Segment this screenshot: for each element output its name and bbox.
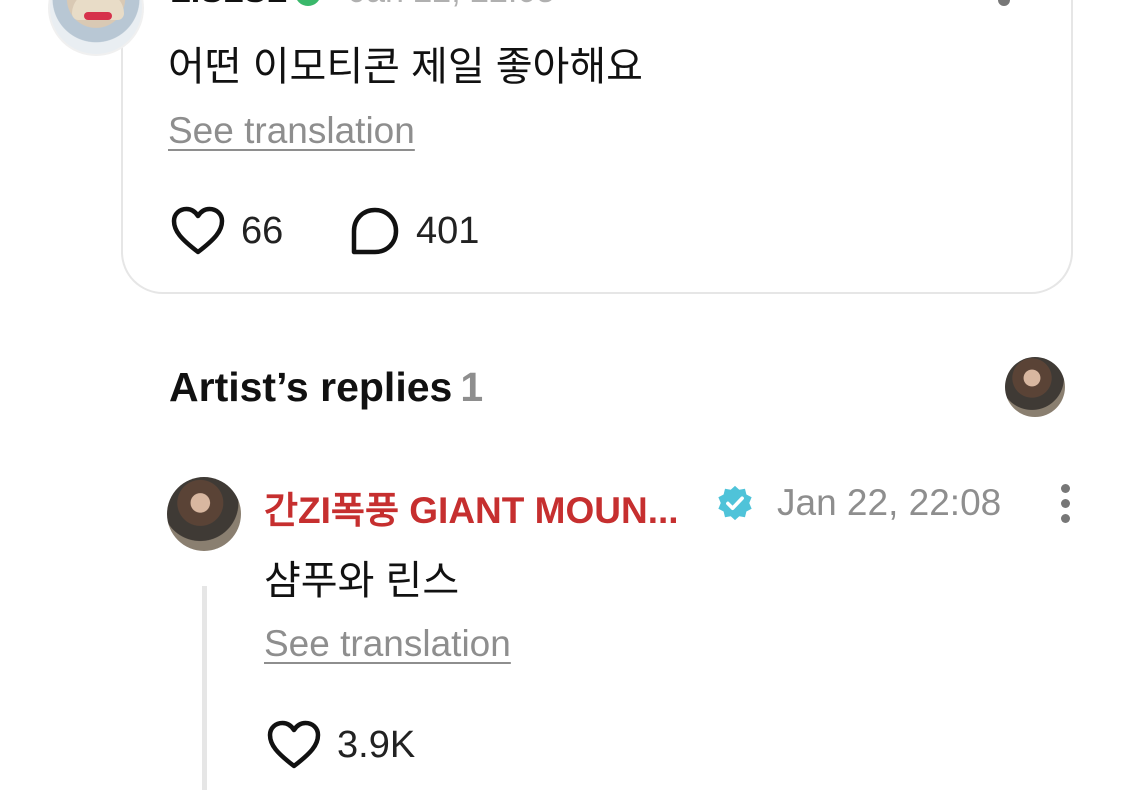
heart-outline-icon	[267, 720, 321, 769]
reply-like-button[interactable]: 3.9K	[267, 720, 415, 770]
reply-author-name[interactable]: 간ZI폭풍 GIANT MOUN...	[264, 480, 679, 534]
post-text: 어떤 이모티콘 제일 좋아해요	[168, 45, 643, 89]
reply-thread-line	[202, 586, 207, 790]
post-comment-count: 401	[416, 209, 480, 252]
post-time: Jan 22, 22:05	[349, 0, 555, 10]
post-header: LISLSL Jan 22, 22:05	[170, 0, 555, 11]
reply-like-count: 3.9K	[337, 723, 416, 766]
post-comment-button[interactable]: 401	[350, 206, 479, 256]
vertical-dots-icon[interactable]	[1057, 484, 1073, 524]
post-like-button[interactable]: 66	[171, 206, 283, 256]
reply-see-translation-link[interactable]: See translation	[264, 623, 511, 665]
heart-outline-icon	[171, 206, 225, 255]
speech-bubble-icon	[351, 207, 399, 255]
status-dot-icon	[295, 0, 322, 7]
verified-badge-icon	[718, 485, 752, 521]
dot-shape	[1060, 484, 1070, 493]
dot-shape	[1060, 499, 1070, 508]
artist-avatar-small[interactable]	[1005, 357, 1065, 417]
reply-author-avatar[interactable]	[167, 477, 241, 551]
artist-replies-count: 1	[460, 364, 484, 410]
post-like-count: 66	[241, 209, 284, 252]
artist-replies-title: Artist’s replies 1	[169, 364, 483, 411]
post-see-translation-link[interactable]: See translation	[168, 110, 415, 152]
reply-time: Jan 22, 22:08	[777, 482, 1002, 523]
dot-shape	[1060, 514, 1070, 523]
reply-text: 샴푸와 린스	[264, 559, 460, 603]
avatar-glasses-shape	[84, 12, 112, 20]
post-author-name[interactable]: LISLSL	[170, 0, 287, 10]
artist-replies-label: Artist’s replies	[169, 364, 453, 410]
